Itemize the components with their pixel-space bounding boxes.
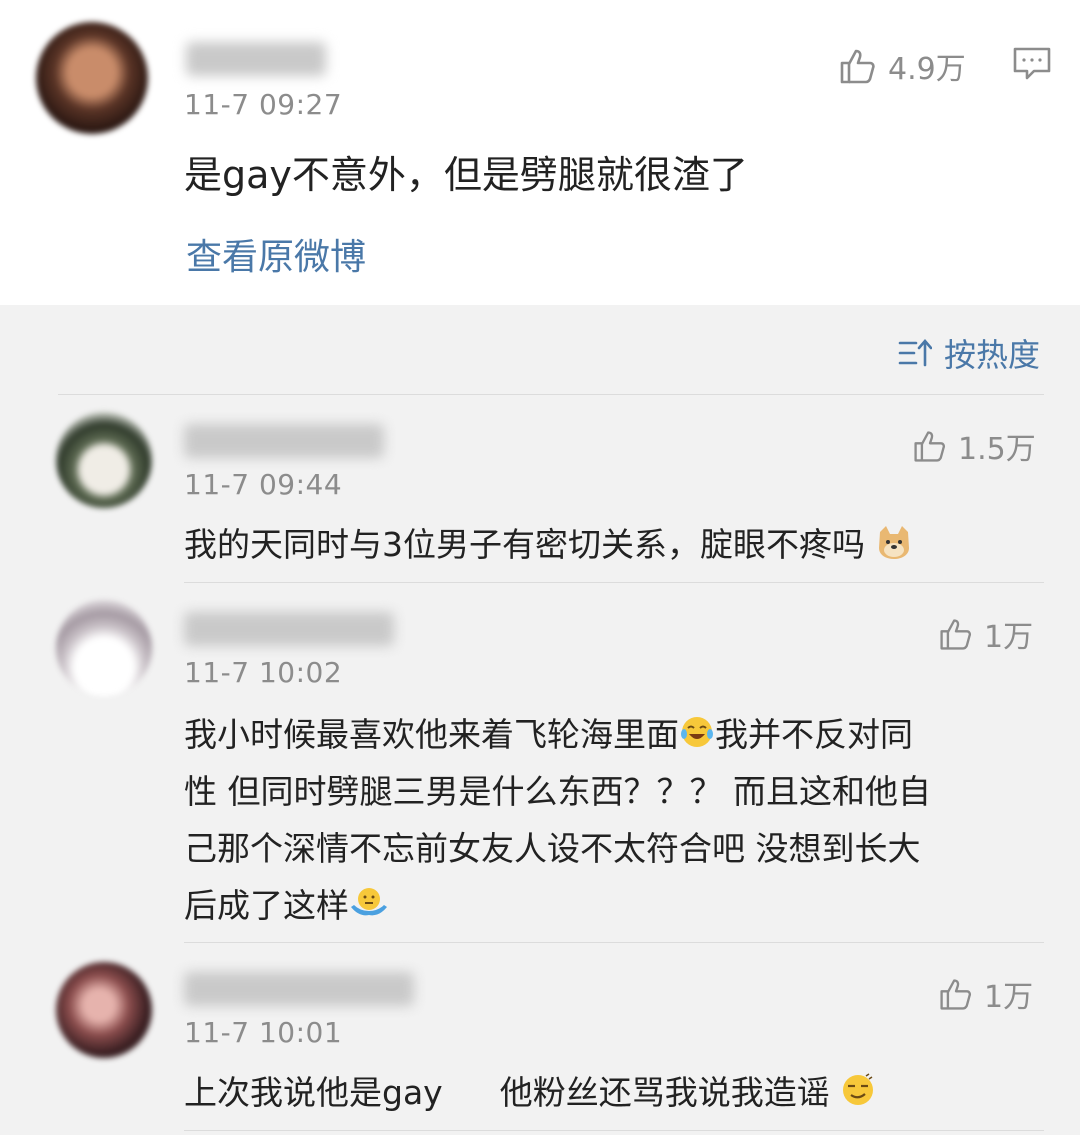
comment-timestamp: 11-7 10:01 <box>184 1016 343 1049</box>
username-blurred[interactable] <box>186 42 326 76</box>
divider <box>184 1130 1044 1131</box>
comment-timestamp: 11-7 09:44 <box>184 468 343 501</box>
shrug-emoji-icon <box>351 888 387 916</box>
comment-line: 性 但同时劈腿三男是什么东西？？？ 而且这和他自 <box>184 772 931 811</box>
comment-text-content: 我的天同时与3位男子有密切关系，腚眼不疼吗 <box>184 525 865 564</box>
like-button[interactable]: 1.5万 <box>912 424 1036 468</box>
smug-emoji-icon <box>843 1073 874 1105</box>
sort-by-hot-button[interactable]: 按热度 <box>898 330 1040 376</box>
divider <box>184 942 1044 943</box>
doge-emoji-icon <box>878 526 909 559</box>
avatar[interactable] <box>36 22 148 134</box>
thumbs-up-icon <box>840 49 875 84</box>
like-count: 1.5万 <box>958 432 1036 467</box>
like-count: 1万 <box>984 980 1034 1015</box>
username-blurred[interactable] <box>184 972 414 1006</box>
comment-text-segment: 他粉丝还骂我说我造谣 <box>499 1073 830 1112</box>
comment-text-segment: 后成了这样 <box>184 886 349 925</box>
like-count: 1万 <box>984 620 1034 655</box>
main-post: 11-7 09:27 4.9万 是gay不意外，但是劈腿就很渣了 查看原微博 <box>0 0 1080 305</box>
comment-line: 己那个深情不忘前女友人设不太符合吧 没想到长大 <box>184 829 921 868</box>
avatar[interactable] <box>56 412 152 508</box>
comment-text: 我小时候最喜欢他来着飞轮海里面 我并不反对同 性 但同时劈腿三男是什么东西？？？… <box>184 706 931 934</box>
view-original-link[interactable]: 查看原微博 <box>186 228 366 280</box>
avatar[interactable] <box>56 962 152 1058</box>
comment-text-segment: 上次我说他是gay <box>184 1073 443 1112</box>
username-blurred[interactable] <box>184 424 384 458</box>
sort-label: 按热度 <box>943 336 1040 374</box>
comment-text-segment: 我并不反对同 <box>715 715 913 754</box>
thumbs-up-icon <box>940 619 972 650</box>
divider <box>58 394 1044 395</box>
comment-text-segment: 我小时候最喜欢他来着飞轮海里面 <box>184 715 679 754</box>
laugh-cry-emoji-icon <box>681 717 713 747</box>
post-timestamp: 11-7 09:27 <box>184 88 343 121</box>
divider <box>184 582 1044 583</box>
comment-text: 我的天同时与3位男子有密切关系，腚眼不疼吗 <box>184 518 912 566</box>
like-button[interactable]: 1万 <box>938 972 1033 1016</box>
thumbs-up-icon <box>914 431 946 462</box>
thumbs-up-icon <box>940 979 972 1010</box>
like-button[interactable]: 4.9万 <box>838 44 966 88</box>
like-count: 4.9万 <box>888 52 966 87</box>
sort-icon <box>898 339 932 367</box>
comment-icon[interactable] <box>1012 46 1052 82</box>
comment-line: 后成了这样 <box>184 877 931 934</box>
comment-line: 我小时候最喜欢他来着飞轮海里面 我并不反对同 <box>184 706 931 763</box>
comment-timestamp: 11-7 10:02 <box>184 656 343 689</box>
comment-text: 上次我说他是gay 他粉丝还骂我说我造谣 <box>184 1066 876 1114</box>
post-text: 是gay不意外，但是劈腿就很渣了 <box>184 153 748 197</box>
username-blurred[interactable] <box>184 612 394 646</box>
like-button[interactable]: 1万 <box>938 612 1033 656</box>
avatar[interactable] <box>56 600 152 696</box>
